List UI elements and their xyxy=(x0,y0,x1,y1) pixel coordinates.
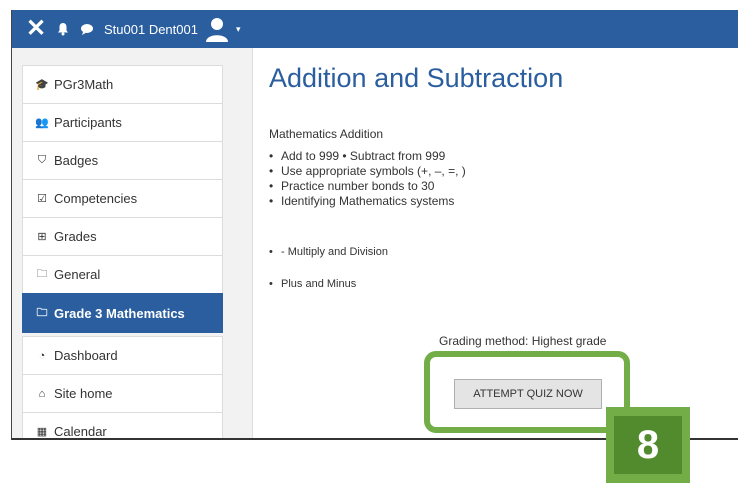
folder-icon: 🗀 xyxy=(36,307,48,319)
dashboard-icon: ◔ xyxy=(38,349,46,362)
user-name[interactable]: Stu001 Dent001 xyxy=(104,22,198,37)
graduation-cap-icon: 🎓 xyxy=(35,79,49,91)
course-sidebar: 🎓 PGr3Math 👥 Participants ⛉ Badges ☑ Com… xyxy=(12,48,253,438)
nav-item-label: Grade 3 Mathematics xyxy=(54,306,185,321)
quiz-description-heading: Mathematics Addition xyxy=(269,127,384,141)
nav-item-label: Site home xyxy=(54,386,113,401)
nav-item-label: Badges xyxy=(54,153,99,168)
nav-item-pgr3math[interactable]: 🎓 PGr3Math xyxy=(22,65,223,103)
table-icon: ⊞ xyxy=(37,231,47,243)
nav-item-dashboard[interactable]: ◔ Dashboard xyxy=(22,336,223,374)
list-item: Practice number bonds to 30 xyxy=(269,179,466,194)
folder-icon: 🗀 xyxy=(36,268,48,280)
list-item: Use appropriate symbols (+, –, =, ) xyxy=(269,164,466,179)
course-nav: 🎓 PGr3Math 👥 Participants ⛉ Badges ☑ Com… xyxy=(22,65,223,439)
users-icon: 👥 xyxy=(35,117,49,129)
page-title: Addition and Subtraction xyxy=(269,63,564,93)
nav-item-label: General xyxy=(54,267,101,282)
callout-highlight-box xyxy=(424,351,630,433)
nav-item-label: Grades xyxy=(54,229,97,244)
nav-item-general[interactable]: 🗀 General xyxy=(22,255,223,293)
nav-item-label: Dashboard xyxy=(54,348,118,363)
step-number: 8 xyxy=(614,416,682,474)
grading-method-text: Grading method: Highest grade xyxy=(439,334,607,348)
nav-item-label: Participants xyxy=(54,115,122,130)
list-item: Identifying Mathematics systems xyxy=(269,194,466,209)
user-menu-caret-icon[interactable]: ▾ xyxy=(236,24,241,35)
nav-item-label: Competencies xyxy=(54,191,138,206)
chat-icon[interactable] xyxy=(80,22,94,36)
list-item: - Multiply and Division xyxy=(269,246,388,258)
check-square-icon: ☑ xyxy=(37,193,47,205)
bell-icon[interactable] xyxy=(56,22,70,36)
nav-item-competencies[interactable]: ☑ Competencies xyxy=(22,179,223,217)
close-icon[interactable]: ✕ xyxy=(26,17,46,41)
nav-item-label: PGr3Math xyxy=(54,77,114,92)
top-navbar: ✕ Stu001 Dent001 ▾ xyxy=(12,10,738,48)
nav-item-label: Calendar xyxy=(54,424,107,439)
nav-item-site-home[interactable]: ⌂ Site home xyxy=(22,374,223,412)
list-item: Plus and Minus xyxy=(269,278,356,290)
step-number-badge: 8 xyxy=(606,407,690,483)
nav-item-grade-3-mathematics[interactable]: 🗀 Grade 3 Mathematics xyxy=(22,293,223,333)
nav-item-calendar[interactable]: ▦ Calendar xyxy=(22,412,223,439)
shield-icon: ⛉ xyxy=(37,154,47,166)
objectives-list: Add to 999 • Subtract from 999 Use appro… xyxy=(269,149,466,209)
nav-item-grades[interactable]: ⊞ Grades xyxy=(22,217,223,255)
nav-item-badges[interactable]: ⛉ Badges xyxy=(22,141,223,179)
calendar-icon: ▦ xyxy=(36,426,48,438)
objectives-list-3: Plus and Minus xyxy=(269,278,356,290)
objectives-list-2: - Multiply and Division xyxy=(269,246,388,258)
avatar-icon[interactable] xyxy=(204,16,230,42)
list-item: Add to 999 • Subtract from 999 xyxy=(269,149,466,164)
nav-item-participants[interactable]: 👥 Participants xyxy=(22,103,223,141)
home-icon: ⌂ xyxy=(38,387,46,400)
